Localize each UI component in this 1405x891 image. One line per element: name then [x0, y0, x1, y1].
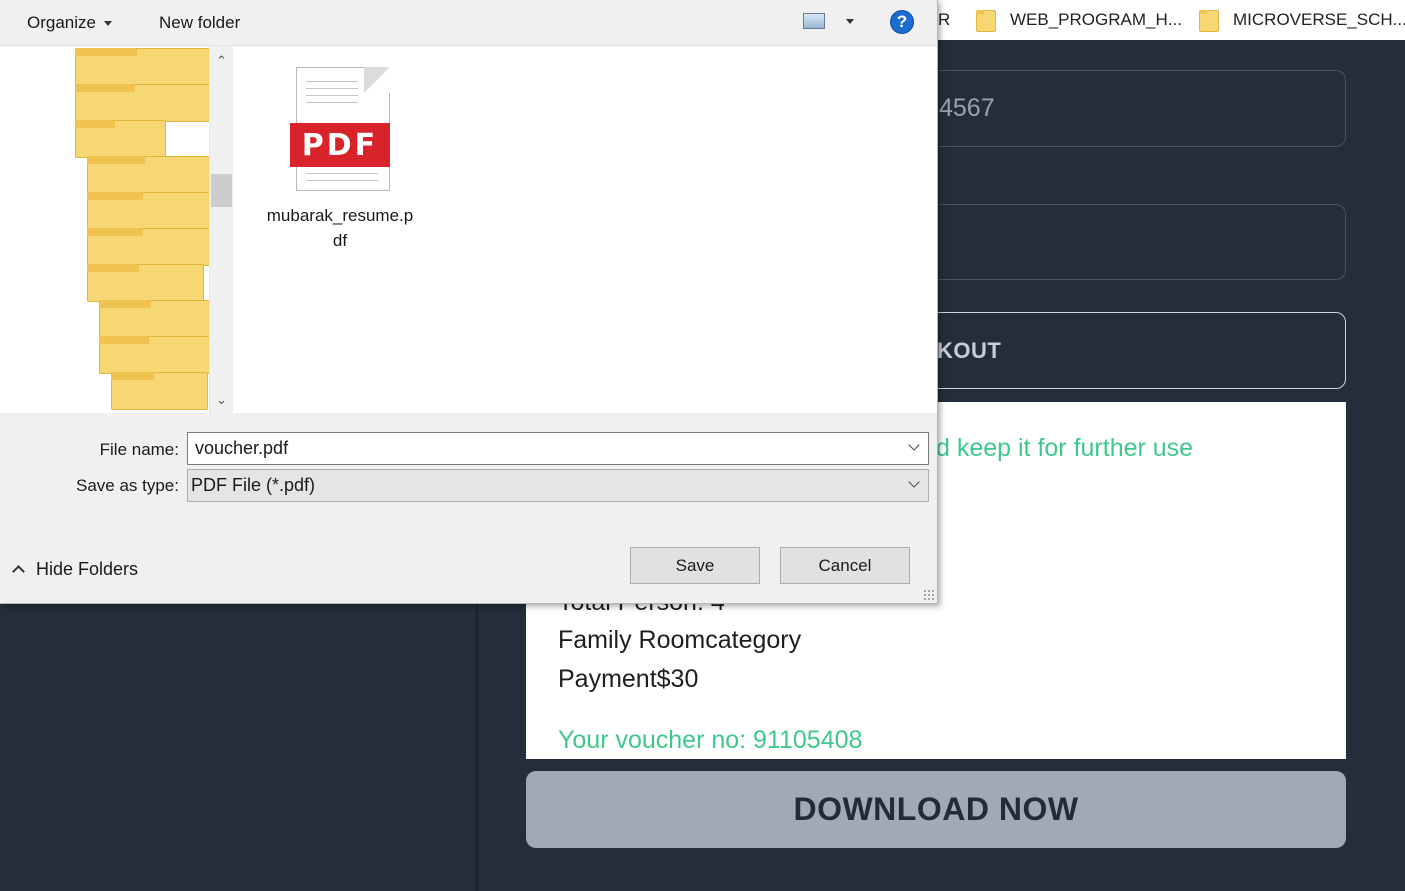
- folder-icon: [87, 201, 101, 219]
- bookmark-item[interactable]: R: [938, 8, 950, 32]
- file-view: PDF mubarak_resume.pdf: [233, 47, 937, 413]
- save-as-type-value: PDF File (*.pdf): [191, 475, 316, 495]
- organize-label: Organize: [27, 13, 96, 32]
- tree-item[interactable]: mubarak-p: [99, 336, 211, 372]
- scrollbar-thumb[interactable]: [211, 174, 232, 207]
- tree-item[interactable]: Program Files: [75, 48, 213, 84]
- dialog-toolbar: Organize New folder ?: [0, 0, 937, 46]
- folder-tree: Program Files ProgramData projects 1.Mic…: [0, 47, 232, 413]
- folder-icon: [976, 10, 996, 32]
- tree-item[interactable]: 4.FullStack: [87, 264, 202, 300]
- save-button[interactable]: Save: [630, 547, 760, 584]
- bookmark-label: MICROVERSE_SCH...: [1233, 10, 1405, 29]
- folder-icon: [99, 309, 113, 327]
- folder-icon: [75, 57, 89, 75]
- folder-icon: [87, 237, 101, 255]
- bookmark-item[interactable]: MICROVERSE_SCH...: [1199, 8, 1405, 32]
- hide-folders-label: Hide Folders: [36, 558, 139, 579]
- download-now-button[interactable]: DOWNLOAD NOW: [526, 771, 1346, 848]
- chevron-down-icon[interactable]: [908, 441, 920, 453]
- chevron-down-icon: [908, 478, 920, 490]
- organize-button[interactable]: Organize: [27, 10, 112, 36]
- folder-icon: [87, 273, 101, 291]
- folder-icon: [75, 129, 89, 147]
- tree-item[interactable]: 3.MubarakH: [87, 228, 211, 264]
- tree-item[interactable]: ProgramData: [75, 84, 208, 120]
- bookmark-item[interactable]: WEB_PROGRAM_H...: [976, 8, 1182, 32]
- tree-item[interactable]: .firebase: [111, 372, 206, 408]
- folder-icon: [99, 345, 113, 363]
- payment-amount: Payment$30: [558, 665, 699, 693]
- new-folder-button[interactable]: New folder: [159, 10, 240, 36]
- folder-icon: [111, 381, 125, 399]
- voucher-note: d keep it for further use: [936, 434, 1194, 462]
- save-as-dialog: Organize New folder ? Program Files Prog…: [0, 0, 938, 604]
- caret-down-icon: [103, 20, 112, 26]
- tree-item[interactable]: messenger: [99, 300, 214, 336]
- tree-item[interactable]: projects: [75, 120, 164, 156]
- file-name-input[interactable]: voucher.pdf: [187, 432, 929, 465]
- view-dropdown-icon[interactable]: [846, 19, 854, 24]
- bookmark-label: WEB_PROGRAM_H...: [1010, 10, 1182, 29]
- save-as-type-label: Save as type:: [75, 476, 179, 495]
- chevron-up-icon: [12, 563, 24, 575]
- tree-item[interactable]: 1.Microverse: [87, 156, 216, 192]
- phone-input-value: 4567: [939, 94, 995, 122]
- pdf-icon-label: PDF: [290, 123, 390, 167]
- tree-scrollbar[interactable]: ⌃ ⌄: [209, 47, 232, 413]
- new-folder-label: New folder: [159, 13, 241, 32]
- help-icon[interactable]: ?: [890, 10, 914, 34]
- file-name-label: mubarak_resume.pdf: [266, 206, 414, 250]
- hide-folders-button[interactable]: Hide Folders: [12, 556, 138, 582]
- folder-icon: [1199, 10, 1219, 32]
- save-as-type-select[interactable]: PDF File (*.pdf): [187, 469, 929, 502]
- voucher-number: Your voucher no: 91105408: [558, 726, 863, 754]
- file-name-field-label: File name:: [99, 440, 179, 459]
- scroll-down-icon[interactable]: ⌄: [210, 389, 233, 411]
- checkout-button-label: KOUT: [937, 337, 1002, 363]
- folder-icon: [75, 93, 89, 111]
- file-name-input-value: voucher.pdf: [195, 438, 289, 458]
- pdf-file-icon: PDF: [290, 65, 390, 193]
- scroll-up-icon[interactable]: ⌃: [210, 50, 233, 72]
- bookmark-label: R: [938, 10, 951, 29]
- resize-grip-icon[interactable]: [923, 589, 935, 601]
- cancel-button[interactable]: Cancel: [780, 547, 910, 584]
- file-item[interactable]: PDF mubarak_resume.pdf: [265, 65, 415, 253]
- room-category: Family Roomcategory: [558, 626, 802, 654]
- tree-item[interactable]: 2.Programin: [87, 192, 211, 228]
- view-options-icon[interactable]: [803, 13, 825, 29]
- folder-icon: [87, 165, 101, 183]
